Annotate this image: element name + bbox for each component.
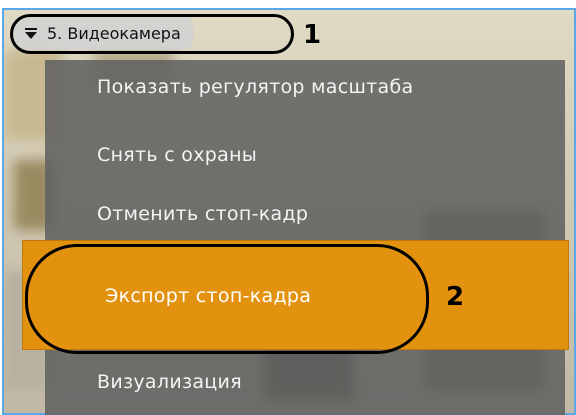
menu-item-export-freeze-frame[interactable]: Экспорт стоп-кадра — [22, 240, 569, 350]
screenshot-stage: 5. Видеокамера 1 Показать регулятор масш… — [0, 0, 576, 415]
callout-number-2: 2 — [446, 282, 465, 312]
camera-title: 5. Видеокамера — [47, 23, 181, 43]
menu-item-label: Отменить стоп-кадр — [97, 203, 309, 225]
menu-item-label: Экспорт стоп-кадра — [105, 285, 312, 307]
menu-item-label: Показать регулятор масштаба — [97, 76, 414, 98]
chevron-down-icon[interactable] — [24, 27, 37, 40]
camera-header[interactable]: 5. Видеокамера — [12, 16, 193, 50]
menu-item-label: Снять с охраны — [97, 144, 258, 166]
menu-item-label: Визуализация — [97, 371, 242, 393]
callout-number-1: 1 — [303, 20, 322, 50]
context-menu: Показать регулятор масштаба Снять с охра… — [45, 60, 565, 415]
